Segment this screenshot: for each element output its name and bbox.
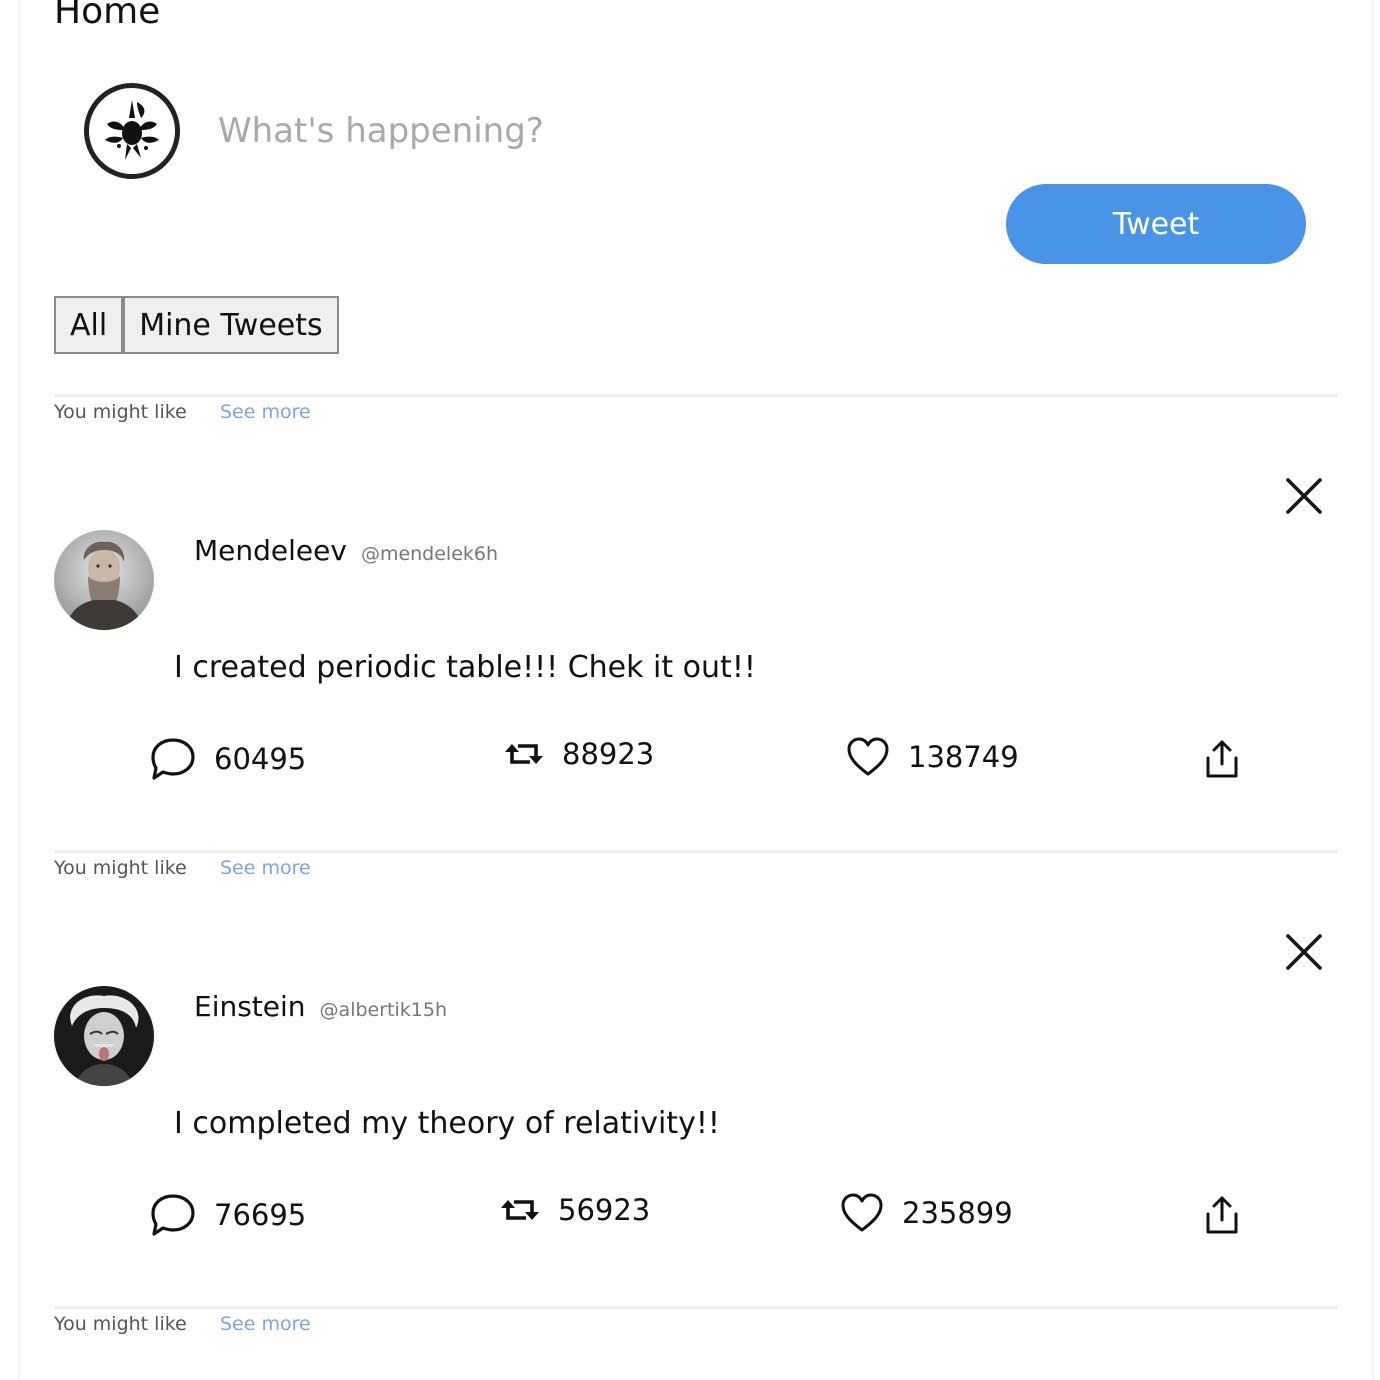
you-might-like-label: You might like [54, 1313, 187, 1335]
tweet-text: I completed my theory of relativity!! [174, 1106, 720, 1141]
see-more-link[interactable]: See more [220, 857, 311, 879]
close-icon[interactable] [1284, 932, 1324, 972]
you-might-like-label: You might like [54, 401, 187, 423]
retweet-button[interactable]: 88923 [504, 736, 654, 772]
like-button[interactable]: 138749 [846, 736, 1019, 778]
share-icon[interactable] [1204, 738, 1240, 780]
author-display-name[interactable]: Mendeleev [194, 534, 347, 567]
see-more-link[interactable]: See more [220, 1313, 311, 1335]
retweet-icon [501, 1200, 539, 1220]
comment-count: 76695 [214, 1198, 307, 1232]
einstein-portrait [54, 986, 154, 1086]
avatar[interactable] [54, 986, 154, 1086]
comment-button[interactable]: 76695 [150, 1192, 306, 1238]
avatar[interactable] [54, 530, 154, 630]
you-might-like-label: You might like [54, 857, 187, 879]
retweet-count: 56923 [558, 1193, 651, 1227]
heart-icon [841, 1193, 883, 1232]
tweet-text: I created periodic table!!! Chek it out!… [174, 650, 756, 685]
share-icon[interactable] [1204, 1194, 1240, 1236]
author-handle: @mendelek6h [360, 543, 499, 565]
like-count: 235899 [902, 1196, 1013, 1230]
retweet-count: 88923 [562, 737, 655, 771]
divider [54, 1306, 1338, 1309]
comment-icon [151, 738, 195, 780]
author-handle: @albertik15h [319, 999, 447, 1021]
author-name: Einstein @albertik15h [194, 990, 447, 1023]
divider [54, 850, 1338, 853]
like-count: 138749 [908, 740, 1019, 774]
tweet-card: Einstein @albertik15h I completed my theo… [0, 0, 1380, 1236]
retweet-icon [505, 744, 543, 764]
comment-count: 60495 [214, 742, 307, 776]
mendeleev-portrait [54, 530, 154, 630]
see-more-link[interactable]: See more [220, 401, 311, 423]
close-icon[interactable] [1284, 476, 1324, 516]
like-button[interactable]: 235899 [840, 1192, 1013, 1234]
heart-icon [847, 737, 889, 776]
author-name: Mendeleev @mendelek6h [194, 534, 498, 567]
author-display-name[interactable]: Einstein [194, 990, 306, 1023]
comment-button[interactable]: 60495 [150, 736, 306, 782]
retweet-button[interactable]: 56923 [500, 1192, 650, 1228]
comment-icon [151, 1194, 195, 1236]
